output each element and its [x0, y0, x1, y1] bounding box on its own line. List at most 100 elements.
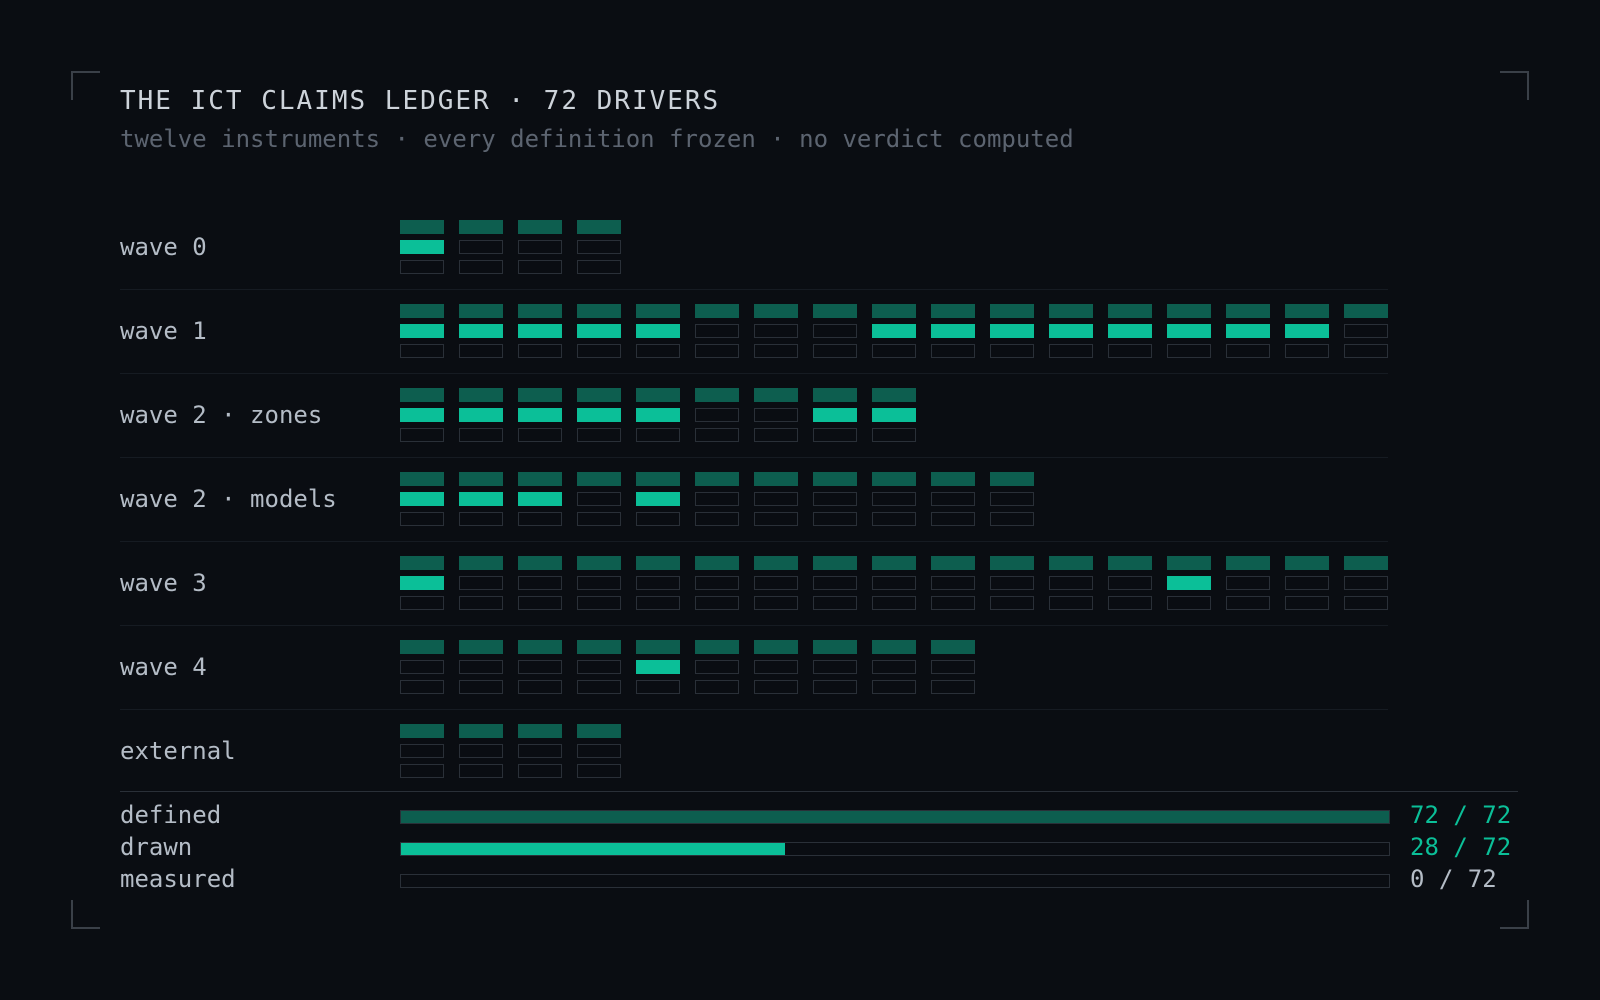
defined-cell — [518, 388, 562, 402]
measured-cell — [400, 344, 444, 358]
defined-cell — [813, 388, 857, 402]
drawn-cell — [459, 240, 503, 254]
measured-cell — [1344, 344, 1388, 358]
defined-cell — [1167, 556, 1211, 570]
defined-cell — [931, 556, 975, 570]
drawn-cell — [813, 660, 857, 674]
drawn-cell — [518, 660, 562, 674]
drawn-cell — [1167, 324, 1211, 338]
measured-cell — [577, 428, 621, 442]
measured-cell — [400, 428, 444, 442]
drawn-cell — [1226, 324, 1270, 338]
drawn-cell — [872, 576, 916, 590]
drawn-cell — [1167, 576, 1211, 590]
measured-cell — [518, 680, 562, 694]
defined-cell — [931, 472, 975, 486]
drawn-cell — [577, 660, 621, 674]
drawn-cell — [1285, 576, 1329, 590]
defined-cell — [459, 220, 503, 234]
drawn-cell — [1344, 324, 1388, 338]
defined-cell — [459, 556, 503, 570]
defined-cell — [459, 388, 503, 402]
defined-cell — [754, 556, 798, 570]
defined-cell — [695, 388, 739, 402]
defined-cell — [459, 472, 503, 486]
measured-cell — [518, 260, 562, 274]
drawn-cell — [931, 324, 975, 338]
measured-cell — [813, 344, 857, 358]
defined-cell — [636, 304, 680, 318]
drawn-cell — [459, 408, 503, 422]
progress-fill — [401, 843, 786, 855]
measured-cell — [400, 764, 444, 778]
drawn-cell — [400, 324, 444, 338]
drawn-cell — [990, 576, 1034, 590]
defined-cell — [518, 304, 562, 318]
defined-cell — [459, 640, 503, 654]
drawn-cell — [459, 576, 503, 590]
measured-cell — [518, 344, 562, 358]
wave-label: wave 2 · models — [120, 485, 337, 513]
drawn-cell — [518, 744, 562, 758]
drawn-cell — [1285, 324, 1329, 338]
drawn-cell — [990, 324, 1034, 338]
drawn-cell — [400, 660, 444, 674]
measured-cell — [872, 680, 916, 694]
defined-cell — [577, 556, 621, 570]
progress-label: measured — [120, 865, 236, 893]
drawn-cell — [931, 576, 975, 590]
drawn-cell — [400, 408, 444, 422]
defined-cell — [577, 472, 621, 486]
measured-cell — [1226, 596, 1270, 610]
defined-cell — [931, 304, 975, 318]
measured-cell — [400, 680, 444, 694]
drawn-cell — [400, 744, 444, 758]
drawn-cell — [872, 660, 916, 674]
measured-cell — [1108, 344, 1152, 358]
measured-cell — [754, 680, 798, 694]
drawn-cell — [577, 324, 621, 338]
drawn-cell — [695, 492, 739, 506]
defined-cell — [518, 640, 562, 654]
measured-cell — [872, 344, 916, 358]
defined-cell — [636, 640, 680, 654]
drawn-cell — [754, 324, 798, 338]
defined-cell — [872, 472, 916, 486]
drawn-cell — [1049, 324, 1093, 338]
drawn-cell — [813, 324, 857, 338]
row-separator — [120, 373, 1388, 374]
progress-value: 72 / 72 — [1410, 801, 1512, 829]
drawn-cell — [872, 408, 916, 422]
defined-cell — [695, 556, 739, 570]
defined-cell — [400, 640, 444, 654]
defined-cell — [872, 640, 916, 654]
drawn-cell — [754, 492, 798, 506]
defined-cell — [813, 304, 857, 318]
measured-cell — [1344, 596, 1388, 610]
row-separator — [120, 625, 1388, 626]
drawn-cell — [754, 576, 798, 590]
defined-cell — [813, 556, 857, 570]
measured-cell — [931, 680, 975, 694]
drawn-cell — [577, 744, 621, 758]
measured-cell — [931, 512, 975, 526]
wave-label: wave 1 — [120, 317, 207, 345]
defined-cell — [636, 388, 680, 402]
row-separator — [120, 709, 1388, 710]
drawn-cell — [636, 408, 680, 422]
defined-cell — [577, 388, 621, 402]
measured-cell — [754, 512, 798, 526]
drawn-cell — [695, 576, 739, 590]
drawn-cell — [813, 492, 857, 506]
measured-cell — [636, 428, 680, 442]
measured-cell — [518, 596, 562, 610]
wave-label: external — [120, 737, 236, 765]
drawn-cell — [459, 324, 503, 338]
measured-cell — [400, 596, 444, 610]
measured-cell — [459, 512, 503, 526]
defined-cell — [400, 304, 444, 318]
measured-cell — [1167, 596, 1211, 610]
drawn-cell — [695, 324, 739, 338]
measured-cell — [459, 428, 503, 442]
defined-cell — [1285, 304, 1329, 318]
